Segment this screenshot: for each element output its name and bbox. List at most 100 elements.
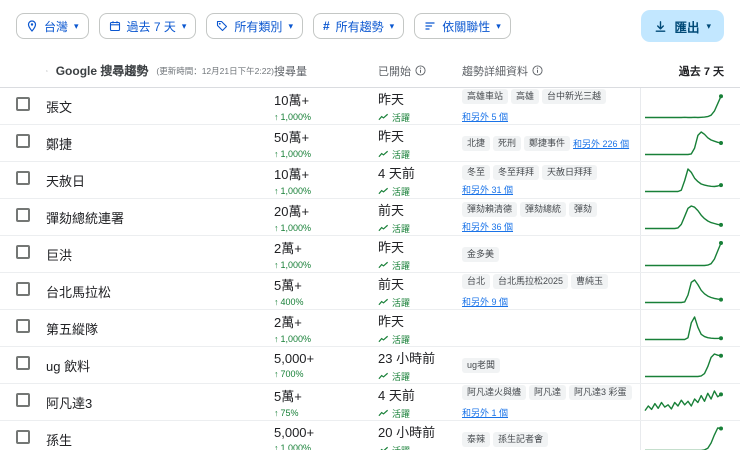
table-row[interactable]: 台北馬拉松 5萬+ ↑ 400% 前天 活躍 台北 台北馬拉松2025 曹純玉 和另外…	[0, 273, 740, 310]
trend-details: 高雄車站 高雄 台中新光三越和另外 5 個	[462, 89, 640, 123]
related-query-chip[interactable]: 天赦日拜拜	[542, 164, 598, 180]
up-arrow-icon: ↑	[274, 149, 279, 159]
table-row[interactable]: 彈劾總統連署 20萬+ ↑ 1,000% 前天 活躍 彈劾賴清德 彈劾總統 彈劾 和另…	[0, 199, 740, 236]
row-checkbox[interactable]	[16, 96, 30, 111]
chevron-down-icon: ▾	[181, 20, 187, 31]
active-badge-label: 活躍	[392, 371, 411, 382]
search-volume: 10萬+	[274, 93, 310, 108]
up-arrow-icon: ↑	[274, 408, 279, 418]
row-checkbox[interactable]	[16, 133, 30, 148]
active-badge-label: 活躍	[392, 260, 411, 271]
related-query-chip[interactable]: 鄭捷事件	[524, 135, 571, 151]
table-row[interactable]: ug 飲料 5,000+ ↑ 700% 23 小時前 活躍 ug老闆	[0, 347, 740, 384]
related-query-chip[interactable]: 彈劾	[569, 201, 598, 217]
related-query-chip[interactable]: 孫生記者會	[493, 431, 549, 447]
filter-chip-region[interactable]: 台灣 ▾	[16, 13, 89, 39]
related-query-chip[interactable]: 阿凡達火與燼	[462, 385, 527, 400]
volume-change: ↑ 1,000%	[274, 149, 378, 159]
active-badge: 活躍	[378, 222, 462, 235]
trend-name: 台北馬拉松	[46, 284, 112, 300]
search-volume: 5,000+	[274, 425, 315, 440]
related-query-chip[interactable]: 泰辣	[462, 431, 491, 447]
more-trends-link[interactable]: 和另外 5 個	[462, 110, 508, 123]
table-row[interactable]: 孫生 5,000+ ↑ 1,000% 20 小時前 活躍 泰辣孫生記者會	[0, 421, 740, 450]
related-query-chip[interactable]: 高雄車站	[462, 89, 509, 104]
active-badge-label: 活躍	[392, 223, 411, 234]
filter-chip-sort[interactable]: 依關聯性 ▾	[414, 13, 511, 39]
row-checkbox[interactable]	[16, 207, 30, 222]
row-checkbox[interactable]	[16, 281, 30, 296]
sparkline	[645, 94, 723, 119]
table-header: Google 搜尋趨勢 (更新時間：12月21日下午2:22) 搜尋量 已開始 …	[0, 54, 740, 88]
row-checkbox[interactable]	[16, 318, 30, 333]
table-row[interactable]: 巨洪 2萬+ ↑ 1,000% 昨天 活躍 金多美	[0, 236, 740, 273]
table-row[interactable]: 第五縱隊 2萬+ ↑ 1,000% 昨天 活躍	[0, 310, 740, 347]
table-row[interactable]: 阿凡達3 5萬+ ↑ 75% 4 天前 活躍 阿凡達火與燼 阿凡達 阿凡達3 彩蛋和…	[0, 384, 740, 421]
related-query-chip[interactable]: 台北馬拉松2025	[493, 274, 569, 289]
related-query-chip[interactable]: 北捷	[462, 135, 491, 151]
started-value: 昨天	[378, 313, 405, 329]
search-volume: 10萬+	[274, 167, 310, 182]
related-query-chip[interactable]: 高雄	[511, 89, 540, 104]
table-row[interactable]: 天赦日 10萬+ ↑ 1,000% 4 天前 活躍 冬至 冬至拜拜 天赦日拜拜 和另外…	[0, 162, 740, 199]
related-query-chip[interactable]: 金多美	[462, 246, 500, 262]
filter-chip-category[interactable]: 所有類別 ▾	[206, 13, 303, 39]
trending-up-icon	[378, 150, 389, 158]
up-arrow-icon: ↑	[274, 260, 279, 270]
up-arrow-icon: ↑	[274, 369, 279, 379]
up-arrow-icon: ↑	[274, 112, 279, 122]
started-value: 昨天	[378, 239, 405, 255]
more-trends-link[interactable]: 和另外 9 個	[462, 295, 508, 308]
filter-chip-timerange[interactable]: 過去 7 天 ▾	[98, 13, 197, 39]
filter-chip-trend-type[interactable]: # 所有趨勢 ▾	[312, 13, 405, 39]
sparkline	[645, 131, 723, 156]
trend-name: 張文	[46, 99, 73, 115]
filter-chip-label: 所有類別	[234, 19, 283, 34]
related-query-chip[interactable]: 阿凡達3 彩蛋	[569, 385, 632, 400]
up-arrow-icon: ↑	[274, 297, 279, 307]
info-icon[interactable]	[532, 65, 543, 76]
related-query-chip[interactable]: 彈劾總統	[520, 201, 567, 217]
table-row[interactable]: 鄭捷 50萬+ ↑ 1,000% 昨天 活躍 北捷 死刑 鄭捷事件 和另外 226 個	[0, 125, 740, 162]
related-query-chip[interactable]: 冬至	[462, 164, 491, 180]
filter-chip-label: 過去 7 天	[126, 19, 176, 34]
trend-details: 彈劾賴清德 彈劾總統 彈劾和另外 36 個	[462, 201, 640, 233]
trending-up-icon	[378, 187, 389, 195]
active-badge: 活躍	[378, 148, 462, 161]
table-row[interactable]: 張文 10萬+ ↑ 1,000% 昨天 活躍 高雄車站 高雄 台中新光三越 和另外 5…	[0, 88, 740, 125]
volume-change-value: 1,000%	[280, 443, 312, 450]
row-checkbox[interactable]	[16, 392, 30, 407]
row-checkbox[interactable]	[16, 355, 30, 370]
related-query-chip[interactable]: 曹純玉	[571, 274, 609, 289]
related-query-chip[interactable]: 台中新光三越	[542, 89, 607, 104]
related-query-chip[interactable]: 台北	[462, 274, 491, 289]
volume-change-value: 1,000%	[280, 149, 312, 159]
more-trends-link[interactable]: 和另外 31 個	[462, 183, 513, 196]
trending-up-icon	[378, 409, 389, 417]
search-icon	[46, 69, 48, 72]
search-volume: 5,000+	[274, 351, 315, 366]
related-query-chip[interactable]: 死刑	[493, 135, 522, 151]
more-trends-link[interactable]: 和另外 1 個	[462, 406, 508, 419]
related-query-chip[interactable]: ug老闆	[462, 357, 501, 373]
export-button[interactable]: 匯出 ▾	[641, 10, 724, 42]
location-pin-icon	[27, 20, 37, 32]
row-checkbox[interactable]	[16, 429, 30, 444]
download-icon	[656, 20, 666, 32]
volume-change-value: 1,000%	[280, 334, 312, 344]
more-trends-link[interactable]: 和另外 226 個	[573, 137, 629, 150]
active-badge-label: 活躍	[392, 149, 411, 160]
trending-up-icon	[380, 446, 389, 450]
trending-up-icon	[378, 261, 389, 269]
sparkline	[645, 241, 723, 267]
info-icon[interactable]	[415, 65, 426, 76]
trend-name: 天赦日	[46, 173, 86, 189]
related-query-chip[interactable]: 阿凡達	[529, 385, 567, 400]
row-checkbox[interactable]	[16, 170, 30, 185]
up-arrow-icon: ↑	[274, 223, 279, 233]
related-query-chip[interactable]: 冬至拜拜	[493, 164, 540, 180]
more-trends-link[interactable]: 和另外 36 個	[462, 220, 513, 233]
row-checkbox[interactable]	[16, 244, 30, 259]
trend-details: 台北 台北馬拉松2025 曹純玉和另外 9 個	[462, 274, 640, 308]
related-query-chip[interactable]: 彈劾賴清德	[462, 201, 518, 217]
